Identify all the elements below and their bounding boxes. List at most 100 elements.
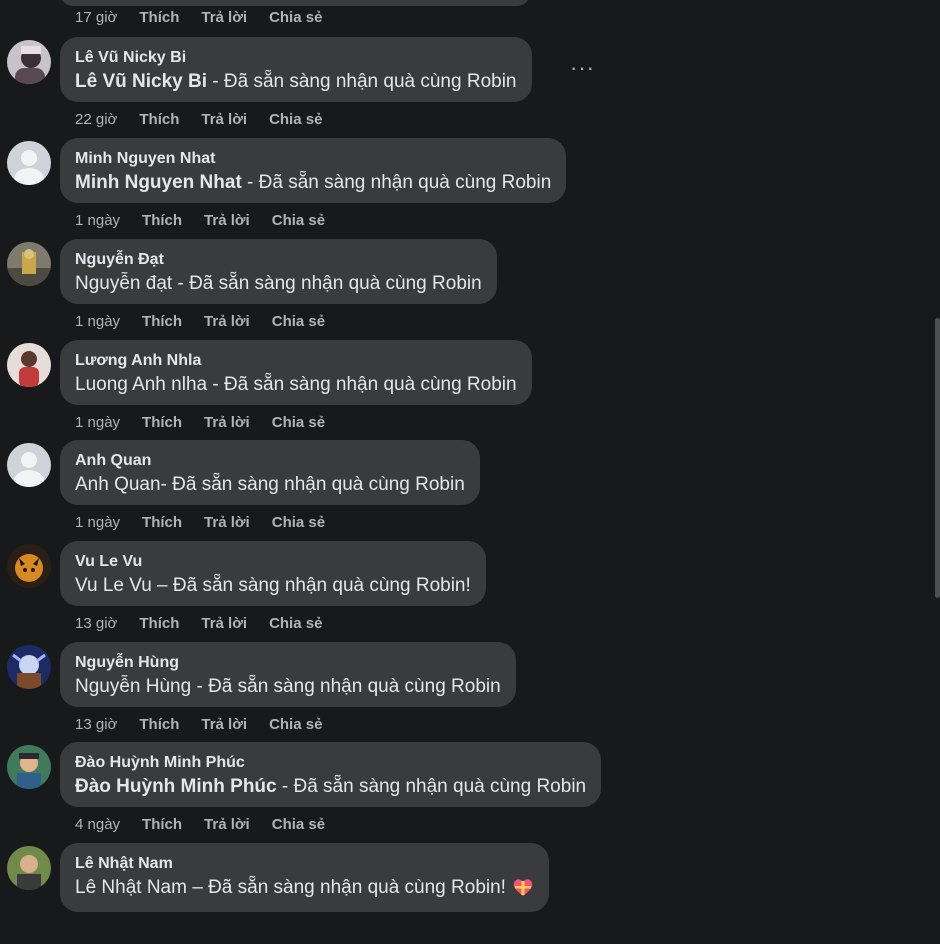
- comment-bubble: Lương Anh Nhla Luong Anh nlha - Đã sẵn s…: [60, 340, 532, 405]
- reply-button[interactable]: Trả lời: [201, 716, 247, 733]
- comment-text: Nguyễn Hùng - Đã sẵn sàng nhận quà cùng …: [75, 676, 501, 697]
- like-button[interactable]: Thích: [142, 212, 182, 229]
- gift-heart-icon: [512, 877, 534, 904]
- comment-text: Luong Anh nlha - Đã sẵn sàng nhận quà cù…: [75, 374, 517, 395]
- comment-author[interactable]: Vu Le Vu: [75, 550, 471, 574]
- comment-item: Anh Quan Anh Quan- Đã sẵn sàng nhận quà …: [0, 440, 940, 541]
- reply-button[interactable]: Trả lời: [201, 9, 247, 26]
- comment-author[interactable]: Lê Nhật Nam: [75, 852, 534, 876]
- comment-item: Nguyễn Đạt Nguyễn đạt - Đã sẵn sàng nhận…: [0, 239, 940, 340]
- comment-item: Nguyễn Hùng Nguyễn Hùng - Đã sẵn sàng nh…: [0, 642, 940, 743]
- share-button[interactable]: Chia sẻ: [269, 111, 322, 128]
- share-button[interactable]: Chia sẻ: [272, 313, 325, 330]
- comment-author[interactable]: Lê Vũ Nicky Bi: [75, 46, 517, 70]
- avatar[interactable]: [7, 645, 51, 689]
- comment-time: 1 ngày: [75, 514, 121, 531]
- comment-text: Anh Quan- Đã sẵn sàng nhận quà cùng Robi…: [75, 474, 465, 495]
- comment-author[interactable]: Lương Anh Nhla: [75, 349, 517, 373]
- comment-text: Đào Huỳnh Minh Phúc - Đã sẵn sàng nhận q…: [75, 775, 586, 799]
- reply-button[interactable]: Trả lời: [204, 816, 250, 833]
- share-button[interactable]: Chia sẻ: [269, 9, 322, 26]
- comment-time: 1 ngày: [75, 414, 121, 431]
- comment-bubble: Nguyễn Đạt Nguyễn đạt - Đã sẵn sàng nhận…: [60, 239, 497, 304]
- comment-actions: 1 ngày Thích Trả lời Chia sẻ: [75, 414, 325, 431]
- comment-author[interactable]: Anh Quan: [75, 449, 465, 473]
- default-avatar[interactable]: [7, 443, 51, 487]
- share-button[interactable]: Chia sẻ: [272, 514, 325, 531]
- reply-button[interactable]: Trả lời: [204, 212, 250, 229]
- comment-text: Lê Nhật Nam – Đã sẵn sàng nhận quà cùng …: [75, 876, 534, 904]
- previous-comment-bubble: [60, 0, 530, 6]
- like-button[interactable]: Thích: [139, 615, 179, 632]
- comment-actions: 22 giờ Thích Trả lời Chia sẻ: [75, 111, 322, 128]
- comment-item: Lê Vũ Nicky Bi Lê Vũ Nicky Bi - Đã sẵn s…: [0, 37, 940, 138]
- comment-bubble: Lê Nhật Nam Lê Nhật Nam – Đã sẵn sàng nh…: [60, 843, 549, 912]
- reply-button[interactable]: Trả lời: [201, 615, 247, 632]
- avatar[interactable]: [7, 40, 51, 84]
- comment-bubble: Minh Nguyen Nhat Minh Nguyen Nhat - Đã s…: [60, 138, 567, 203]
- reply-button[interactable]: Trả lời: [204, 414, 250, 431]
- mention-name[interactable]: Minh Nguyen Nhat: [75, 172, 242, 193]
- mention-name[interactable]: Lê Vũ Nicky Bi: [75, 71, 207, 92]
- comment-time: 13 giờ: [75, 716, 118, 733]
- comment-author[interactable]: Minh Nguyen Nhat: [75, 147, 551, 171]
- comment-author[interactable]: Nguyễn Hùng: [75, 651, 501, 675]
- comment-actions: 13 giờ Thích Trả lời Chia sẻ: [75, 615, 322, 632]
- share-button[interactable]: Chia sẻ: [269, 615, 322, 632]
- comment-item: Lê Nhật Nam Lê Nhật Nam – Đã sẵn sàng nh…: [0, 843, 940, 944]
- comment-text-body: Lê Nhật Nam – Đã sẵn sàng nhận quà cùng …: [75, 877, 506, 898]
- like-button[interactable]: Thích: [139, 9, 179, 26]
- avatar[interactable]: [7, 242, 51, 286]
- comment-time: 22 giờ: [75, 111, 118, 128]
- share-button[interactable]: Chia sẻ: [272, 212, 325, 229]
- comment-author[interactable]: Đào Huỳnh Minh Phúc: [75, 751, 586, 775]
- comment-text-body: - Đã sẵn sàng nhận quà cùng Robin: [241, 172, 552, 193]
- comment-bubble: Đào Huỳnh Minh Phúc Đào Huỳnh Minh Phúc …: [60, 742, 602, 807]
- avatar[interactable]: [7, 343, 51, 387]
- comment-time: 4 ngày: [75, 816, 121, 833]
- like-button[interactable]: Thích: [139, 111, 179, 128]
- comment-actions: 4 ngày Thích Trả lời Chia sẻ: [75, 816, 325, 833]
- comment-bubble: Nguyễn Hùng Nguyễn Hùng - Đã sẵn sàng nh…: [60, 642, 516, 707]
- like-button[interactable]: Thích: [142, 816, 182, 833]
- reply-button[interactable]: Trả lời: [204, 514, 250, 531]
- like-button[interactable]: Thích: [142, 313, 182, 330]
- share-button[interactable]: Chia sẻ: [272, 816, 325, 833]
- comment-author[interactable]: Nguyễn Đạt: [75, 248, 482, 272]
- comment-item: Minh Nguyen Nhat Minh Nguyen Nhat - Đã s…: [0, 138, 940, 239]
- reply-button[interactable]: Trả lời: [201, 111, 247, 128]
- avatar[interactable]: [7, 745, 51, 789]
- default-avatar[interactable]: [7, 141, 51, 185]
- avatar[interactable]: [7, 846, 51, 890]
- comment-actions: 1 ngày Thích Trả lời Chia sẻ: [75, 313, 325, 330]
- mention-name[interactable]: Đào Huỳnh Minh Phúc: [75, 776, 277, 797]
- comment-time: 17 giờ: [75, 9, 118, 26]
- comment-actions: 13 giờ Thích Trả lời Chia sẻ: [75, 716, 322, 733]
- comment-time: 13 giờ: [75, 615, 118, 632]
- comment-item: Đào Huỳnh Minh Phúc Đào Huỳnh Minh Phúc …: [0, 742, 940, 843]
- share-button[interactable]: Chia sẻ: [272, 414, 325, 431]
- previous-comment-actions: 17 giờ Thích Trả lời Chia sẻ: [75, 9, 322, 26]
- comment-text: Minh Nguyen Nhat - Đã sẵn sàng nhận quà …: [75, 171, 551, 195]
- share-button[interactable]: Chia sẻ: [269, 716, 322, 733]
- comment-text: Vu Le Vu – Đã sẵn sàng nhận quà cùng Rob…: [75, 575, 471, 596]
- comment-item: Lương Anh Nhla Luong Anh nlha - Đã sẵn s…: [0, 340, 940, 441]
- comment-bubble: Lê Vũ Nicky Bi Lê Vũ Nicky Bi - Đã sẵn s…: [60, 37, 532, 102]
- comment-text-body: - Đã sẵn sàng nhận quà cùng Robin: [207, 71, 517, 92]
- comment-bubble: Vu Le Vu Vu Le Vu – Đã sẵn sàng nhận quà…: [60, 541, 486, 606]
- like-button[interactable]: Thích: [142, 514, 182, 531]
- reply-button[interactable]: Trả lời: [204, 313, 250, 330]
- comment-item: Vu Le Vu Vu Le Vu – Đã sẵn sàng nhận quà…: [0, 541, 940, 642]
- more-options-button[interactable]: ···: [570, 55, 595, 81]
- comment-time: 1 ngày: [75, 212, 121, 229]
- like-button[interactable]: Thích: [142, 414, 182, 431]
- comment-actions: 1 ngày Thích Trả lời Chia sẻ: [75, 212, 325, 229]
- scrollbar[interactable]: [935, 318, 940, 598]
- comment-text: Lê Vũ Nicky Bi - Đã sẵn sàng nhận quà cù…: [75, 70, 517, 94]
- comment-bubble: Anh Quan Anh Quan- Đã sẵn sàng nhận quà …: [60, 440, 480, 505]
- comment-text-body: - Đã sẵn sàng nhận quà cùng Robin: [276, 776, 587, 797]
- like-button[interactable]: Thích: [139, 716, 179, 733]
- avatar[interactable]: [7, 544, 51, 588]
- comment-time: 1 ngày: [75, 313, 121, 330]
- comment-actions: 1 ngày Thích Trả lời Chia sẻ: [75, 514, 325, 531]
